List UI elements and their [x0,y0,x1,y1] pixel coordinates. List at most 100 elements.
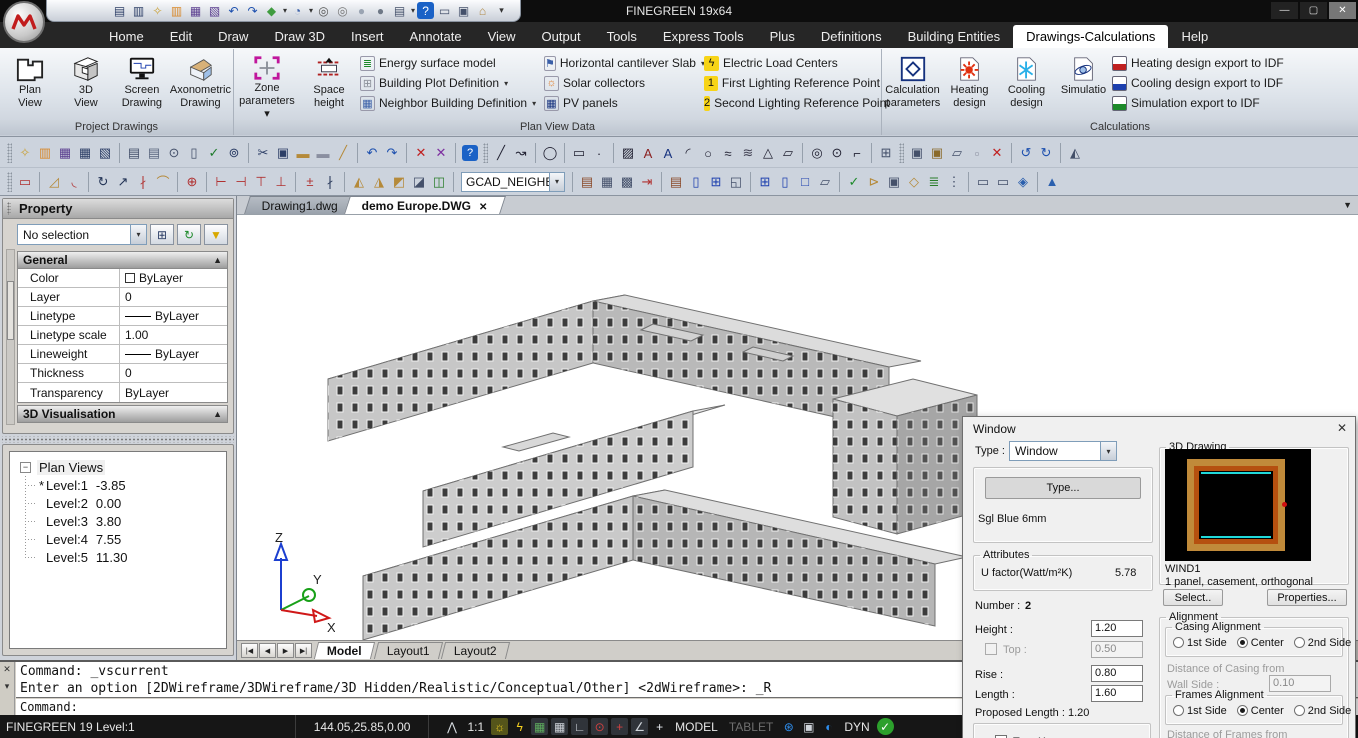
annotation-scale-value[interactable]: 1:1 [463,720,488,734]
revolve-icon[interactable]: ↻ [93,172,113,192]
hand-pick-icon[interactable]: ⊳ [864,172,884,192]
uturn-left-icon[interactable]: ↺ [1016,143,1036,163]
property-row-transparency[interactable]: TransparencyByLayer [18,383,227,402]
ribbon-button-zone-parameters[interactable]: Zoneparameters ▾ [236,51,298,121]
property-row-color[interactable]: ColorByLayer [18,269,227,288]
plot-icon[interactable]: ▤ [124,143,144,163]
slab-edit-icon[interactable]: ▱ [815,172,835,192]
object-snap-icon[interactable]: + [611,718,628,735]
select-button[interactable]: Select.. [1163,589,1223,606]
length-input[interactable]: 1.60 [1091,685,1143,702]
settings-gear-icon[interactable]: ⊛ [780,718,797,735]
model-space-toggle[interactable]: MODEL [671,720,722,734]
menu-tab-insert[interactable]: Insert [338,25,397,48]
dim-break-icon[interactable]: ∤ [320,172,340,192]
clean-screen-icon[interactable]: ◐ [820,718,837,735]
ribbon-item-building-plot-definition[interactable]: ⊞Building Plot Definition▾ [360,74,542,92]
window2-icon[interactable]: ⊞ [755,172,775,192]
center-mark-icon[interactable]: ⊕ [182,172,202,192]
dynamic-input-toggle[interactable]: DYN [840,720,873,734]
selection-filter-select[interactable]: No selection ▾ [17,224,147,245]
line-icon[interactable]: ╱ [491,143,511,163]
wall-edit-icon[interactable]: ▦ [597,172,617,192]
tree-item-level-4[interactable]: Level:47.55 [10,530,226,548]
redo-icon[interactable]: ↷ [382,143,402,163]
polar-tracking-icon[interactable]: ⊙ [591,718,608,735]
ribbon-button-axonometric-drawing[interactable]: AxonometricDrawing [170,51,231,121]
drawing-tab-demo-europe-dwg[interactable]: demo Europe.DWG✕ [344,196,506,214]
copy-nested-icon[interactable]: ▣ [907,143,927,163]
select-objects-icon[interactable]: ↻ [177,224,201,245]
menu-tab-definitions[interactable]: Definitions [808,25,895,48]
casing-1st-side-radio[interactable]: 1st Side [1173,637,1227,649]
door-icon[interactable]: ▯ [686,172,706,192]
text-icon[interactable]: A [638,143,658,163]
minimize-icon[interactable]: — [1271,2,1298,19]
view-cube-icon[interactable]: ◈ [1013,172,1033,192]
menu-tab-help[interactable]: Help [1168,25,1221,48]
rectangle-icon[interactable]: ▭ [569,143,589,163]
close-icon[interactable]: ✕ [1337,421,1347,435]
tablet-toggle[interactable]: TABLET [725,720,777,734]
rectangle-tool-icon[interactable]: ▭ [15,172,35,192]
app-logo[interactable] [3,1,45,43]
expander-icon[interactable]: − [20,462,31,473]
section-header-3d-visualisation[interactable]: 3D Visualisation ▲ [17,405,228,423]
wipeout-icon[interactable]: ▱ [778,143,798,163]
dim-edit-3-icon[interactable]: ◩ [389,172,409,192]
dim-tolerance-icon[interactable]: ± [300,172,320,192]
panel-1-icon[interactable]: ▭ [973,172,993,192]
mirror-icon[interactable]: ◭ [1065,143,1085,163]
ribbon-item-first-lighting-reference-point[interactable]: 1First Lighting Reference Point [704,74,880,92]
command-close-icon[interactable]: ✕ [3,664,11,675]
ribbon-button-plan-view[interactable]: PlanView [2,51,58,121]
quick-print-icon[interactable]: ▤ [144,143,164,163]
section-header-general[interactable]: General ▲ [17,251,228,269]
ribbon-item-cooling-design-export-to-idf[interactable]: Cooling design export to IDF [1112,74,1356,92]
command-expand-icon[interactable]: ▾ [5,681,10,692]
property-scrollbar[interactable] [6,249,15,425]
quick-select-icon[interactable]: ⊞ [150,224,174,245]
height-input[interactable]: 1.20 [1091,620,1143,637]
ortho-mode-icon[interactable]: ∟ [571,718,588,735]
dim-edit-2-icon[interactable]: ◮ [369,172,389,192]
toggle-pickadd-icon[interactable]: ▼ [204,224,228,245]
dim-aligned-icon[interactable]: ⊣ [231,172,251,192]
close-window-icon[interactable]: ✕ [1329,2,1356,19]
wall-join-icon[interactable]: ⇥ [637,172,657,192]
tab-overflow-icon[interactable]: ▼ [1343,200,1352,210]
ribbon-item-horizontal-cantilever-slab[interactable]: ⚑Horizontal cantilever Slab▾ [544,54,702,72]
polyline-icon[interactable]: ↝ [511,143,531,163]
layout-tab-layout2[interactable]: Layout2 [441,642,510,659]
casing-center-radio[interactable]: Center [1237,637,1284,649]
ribbon-item-simulation-export-to-idf[interactable]: Simulation export to IDF [1112,94,1356,112]
copy-icon[interactable]: ▣ [273,143,293,163]
menu-tab-home[interactable]: Home [96,25,157,48]
publish-icon[interactable]: ▯ [184,143,204,163]
leader-icon[interactable]: ⌐ [847,143,867,163]
brick-wall-icon[interactable]: ▤ [666,172,686,192]
annotation-visibility-icon[interactable]: ☼ [491,718,508,735]
layer-name-combobox[interactable]: GCAD_NEIGHB▾ [461,172,565,192]
trim-icon[interactable]: ∤ [133,172,153,192]
top-checkbox[interactable] [985,643,997,655]
object-snap-tracking-icon[interactable]: ∠ [631,718,648,735]
ribbon-item-neighbor-building-definition[interactable]: ▦Neighbor Building Definition▾ [360,94,542,112]
menu-tab-plus[interactable]: Plus [757,25,808,48]
rise-input[interactable]: 0.80 [1091,665,1143,682]
menu-tab-view[interactable]: View [475,25,529,48]
property-row-linetype-scale[interactable]: Linetype scale1.00 [18,326,227,345]
paste-special-icon[interactable]: ▬ [313,143,333,163]
snap-mode-icon[interactable]: ▦ [531,718,548,735]
wall-icon[interactable]: ▤ [577,172,597,192]
point-icon[interactable]: · [589,143,609,163]
dim-baseline-icon[interactable]: ⊤ [251,172,271,192]
property-row-linetype[interactable]: LinetypeByLayer [18,307,227,326]
tree-structure-icon[interactable]: ⋮ [944,172,964,192]
layout-tab-model[interactable]: Model [314,642,375,659]
auto-annotation-icon[interactable]: ϟ [511,718,528,735]
export-acis-icon[interactable]: ▦ [75,143,95,163]
spell-check-icon[interactable]: ✓ [204,143,224,163]
ribbon-button-simulatio[interactable]: Simulatio [1055,51,1112,121]
ribbon-button-screen-drawing[interactable]: ScreenDrawing [114,51,170,121]
